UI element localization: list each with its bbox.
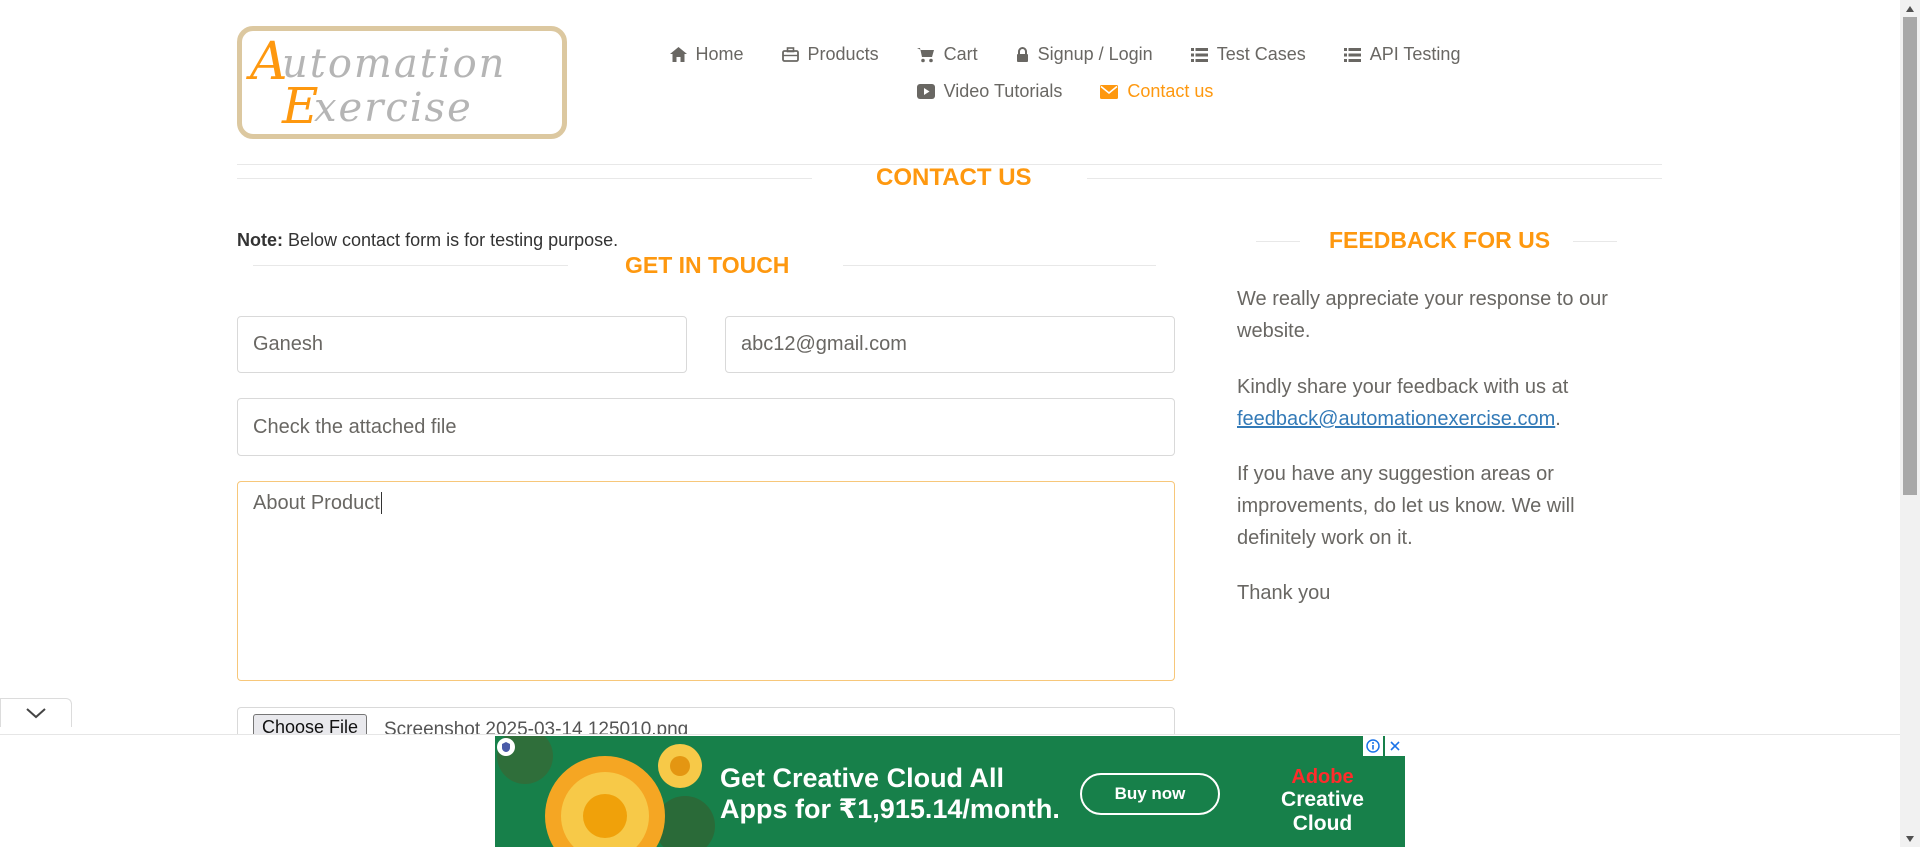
divider [1256, 241, 1300, 242]
ad-collapse-button[interactable] [0, 698, 72, 727]
scroll-down-arrow-icon[interactable] [1900, 830, 1920, 847]
nav-signup-login-link[interactable]: Signup / Login [1016, 44, 1153, 65]
vertical-scrollbar[interactable] [1900, 0, 1920, 847]
svg-text:E: E [281, 77, 319, 134]
divider [843, 265, 1156, 266]
feedback-paragraph: If you have any suggestion areas or impr… [1237, 463, 1575, 549]
ad-brand-adobe: Adobe [1291, 766, 1354, 788]
divider [253, 265, 568, 266]
scroll-up-arrow-icon[interactable] [1900, 0, 1920, 17]
feedback-paragraph: We really appreciate your response to ou… [1237, 288, 1608, 342]
form-note: Note: Below contact form is for testing … [237, 230, 619, 250]
nav-cart-link[interactable]: Cart [916, 44, 978, 65]
nav-label: API Testing [1369, 44, 1461, 64]
nav-label: Cart [943, 44, 978, 64]
nav-home-link[interactable]: Home [669, 44, 744, 65]
subject-input[interactable]: Check the attached file [237, 398, 1175, 456]
list-icon [1343, 47, 1361, 62]
nav-label: Test Cases [1216, 44, 1306, 64]
ad-brand-cc: Creative Cloud [1281, 788, 1364, 835]
lock-icon [1016, 47, 1029, 62]
adchoices-icon[interactable] [497, 738, 515, 756]
home-icon [669, 47, 687, 62]
nav-label: Signup / Login [1037, 44, 1153, 64]
youtube-icon [916, 84, 935, 99]
nav-row-secondary: Video Tutorials Contact us [510, 73, 1620, 110]
close-icon[interactable] [1385, 736, 1405, 756]
flower-image [497, 736, 715, 847]
email-input[interactable]: abc12@gmail.com [725, 316, 1175, 373]
nav-video-tutorials-link[interactable]: Video Tutorials [916, 81, 1063, 102]
nav-contact-us-link[interactable]: Contact us [1100, 81, 1213, 102]
nav-api-testing-link[interactable]: API Testing [1343, 44, 1461, 65]
divider [1087, 178, 1662, 179]
message-textarea[interactable]: About Product [237, 481, 1175, 681]
ad-creative[interactable]: Get Creative Cloud All Apps for ₹1,915.14… [495, 736, 1405, 847]
ad-headline: Get Creative Cloud All Apps for ₹1,915.14… [720, 763, 1060, 824]
ad-controls [1363, 736, 1405, 756]
nav-label: Contact us [1127, 81, 1214, 101]
divider [237, 178, 812, 179]
briefcase-icon [781, 47, 799, 62]
feedback-paragraph: Thank you [1237, 582, 1331, 604]
name-input[interactable]: Ganesh [237, 316, 687, 373]
main-nav: Home Products Cart Signup / Login Test Cases… [669, 36, 1620, 110]
text-caret [380, 492, 382, 514]
get-in-touch-title: GET IN TOUCH [625, 252, 790, 278]
nav-row-primary: Home Products Cart Signup / Login Test Cases… [510, 36, 1620, 73]
info-icon[interactable] [1363, 736, 1383, 756]
scrollbar-thumb[interactable] [1903, 17, 1917, 495]
ad-buy-now-button[interactable]: Buy now [1080, 773, 1220, 815]
nav-products-link[interactable]: Products [781, 44, 879, 65]
chevron-down-icon [26, 708, 46, 719]
feedback-email-link[interactable]: feedback@automationexercise.com [1237, 408, 1555, 430]
logo-text-2: xercise [314, 85, 473, 131]
list-icon [1190, 47, 1208, 62]
nav-label: Home [695, 44, 744, 64]
envelope-icon [1100, 84, 1119, 99]
page-title: CONTACT US [876, 164, 1032, 191]
cart-icon [916, 47, 935, 63]
nav-test-cases-link[interactable]: Test Cases [1190, 44, 1306, 65]
feedback-title: FEEDBACK FOR US [1329, 227, 1551, 253]
divider [1573, 241, 1617, 242]
feedback-paragraph: Kindly share your feedback with us at fee… [1237, 376, 1569, 430]
nav-label: Video Tutorials [943, 81, 1063, 101]
nav-label: Products [807, 44, 879, 64]
